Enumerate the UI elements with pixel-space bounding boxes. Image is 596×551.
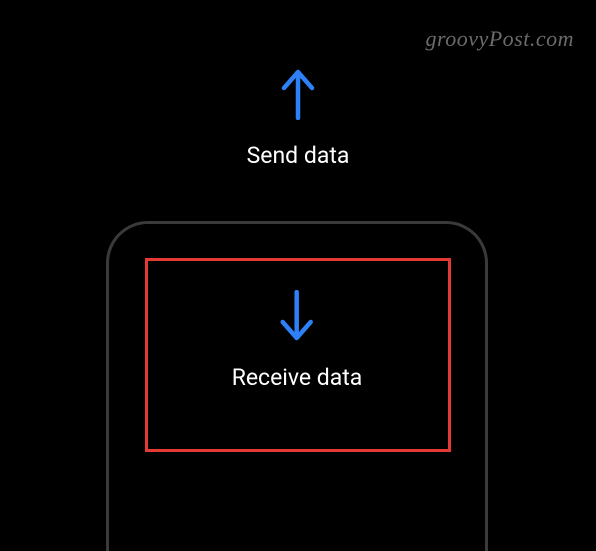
phone-outline: Receive data [106,221,488,551]
arrow-up-icon [278,68,318,142]
send-data-label: Send data [247,142,350,169]
arrow-down-icon [277,290,317,364]
send-data-button[interactable]: Send data [0,68,596,169]
receive-data-button[interactable]: Receive data [232,290,363,391]
receive-data-label: Receive data [232,364,363,391]
watermark-text: groovyPost.com [425,26,574,52]
